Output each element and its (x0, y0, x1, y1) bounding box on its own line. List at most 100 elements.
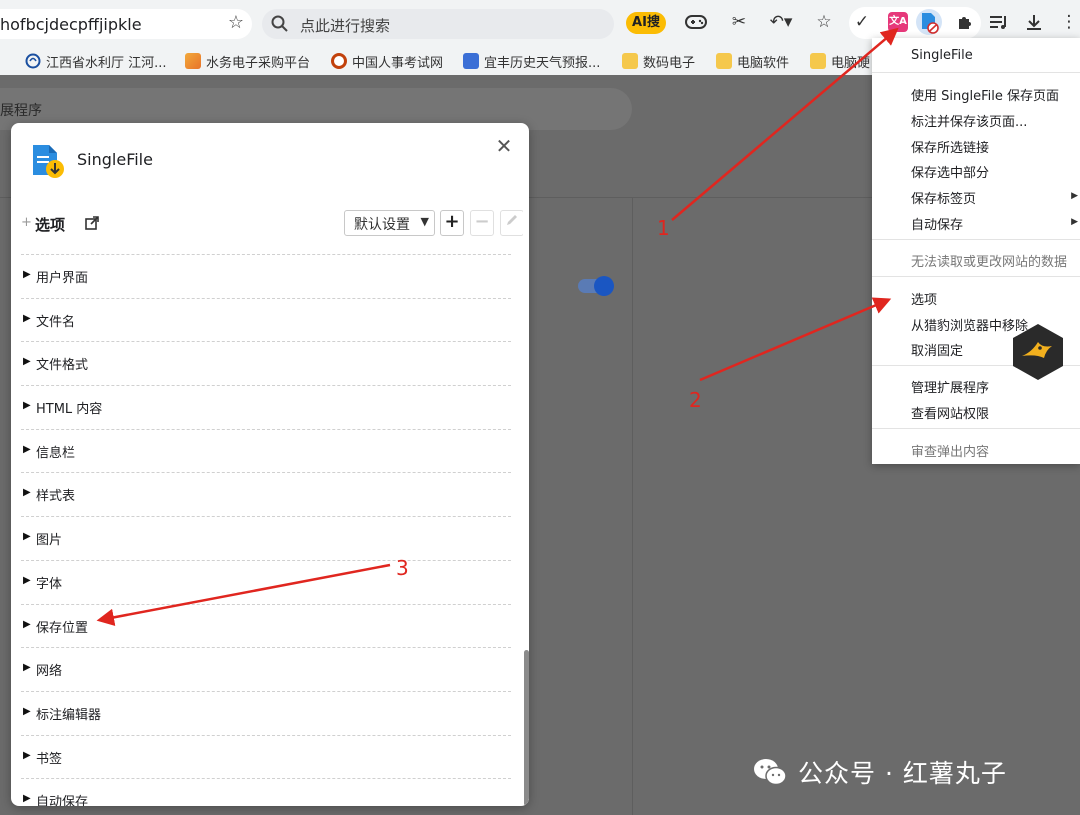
bookmark-folder[interactable]: 电脑软件 (716, 51, 789, 71)
section-save-location[interactable]: ▶ 保存位置 (21, 603, 511, 648)
menu-item-save-selection[interactable]: 保存选中部分 (911, 162, 989, 181)
page-search-text: 展程序 (0, 103, 42, 119)
bookmark-item[interactable]: 江西省水利厅 江河... (25, 51, 167, 71)
menu-item-manage-extensions[interactable]: 管理扩展程序 (911, 377, 989, 396)
expand-triangle-icon: ▶ (23, 487, 31, 499)
expand-triangle-icon: ▶ (23, 705, 31, 717)
bookmark-star-icon[interactable]: ☆ (228, 12, 244, 33)
expand-triangle-icon: ▶ (23, 749, 31, 761)
options-expand-plus[interactable]: + (21, 215, 32, 230)
section-label: HTML 内容 (36, 402, 103, 418)
undo-icon[interactable]: ↶▾ (766, 11, 796, 33)
bookmark-label: 中国人事考试网 (352, 55, 444, 71)
section-label: 保存位置 (36, 620, 89, 636)
bookmark-label: 数码电子 (643, 55, 696, 71)
more-icon[interactable]: ⋮ (1058, 11, 1080, 33)
close-icon[interactable]: ✕ (493, 135, 515, 157)
external-link-icon[interactable] (84, 215, 100, 231)
menu-item-save-selected-links[interactable]: 保存所选链接 (911, 137, 989, 156)
singlefile-options-dialog: SingleFile ✕ + 选项 默认设置 ▼ + − ▶ 用户界面 ▶ 文件名 … (11, 123, 529, 806)
search-icon (271, 15, 288, 32)
menu-item-annotate-save[interactable]: 标注并保存该页面... (911, 111, 1027, 130)
annotation-number-2: 2 (689, 388, 702, 412)
scrollbar-thumb[interactable] (524, 650, 529, 806)
star-icon[interactable]: ☆ (813, 11, 835, 33)
profile-select[interactable]: 默认设置 ▼ (344, 210, 435, 236)
folder-icon (622, 53, 638, 69)
bookmark-favicon (331, 53, 347, 69)
menu-item-auto-save[interactable]: 自动保存 (911, 214, 963, 233)
menu-separator (872, 72, 1080, 73)
check-icon[interactable]: ✓ (851, 11, 873, 33)
section-label: 用户界面 (36, 271, 89, 286)
expand-triangle-icon: ▶ (23, 443, 31, 455)
search-input[interactable]: 点此进行搜索 (300, 15, 390, 36)
toggle-knob (594, 276, 614, 296)
expand-triangle-icon: ▶ (23, 662, 31, 674)
section-auto-save[interactable]: ▶ 自动保存 (21, 778, 511, 806)
section-label: 文件格式 (36, 358, 89, 374)
scissors-icon[interactable]: ✂ (728, 11, 750, 33)
expand-triangle-icon: ▶ (23, 269, 31, 280)
section-fonts[interactable]: ▶ 字体 (21, 559, 511, 604)
section-bookmarks[interactable]: ▶ 书签 (21, 734, 511, 779)
menu-item-unpin[interactable]: 取消固定 (911, 340, 963, 359)
bookmark-item[interactable]: 中国人事考试网 (331, 51, 443, 71)
expand-triangle-icon: ▶ (23, 531, 31, 543)
address-bar[interactable]: hofbcjdecpffjipkle ☆ (0, 9, 252, 39)
playlist-icon[interactable] (988, 11, 1010, 33)
options-section-list: ▶ 用户界面 ▶ 文件名 ▶ 文件格式 ▶ HTML 内容 ▶ 信息栏 ▶ 样式表 ▶ 图片 … (21, 254, 511, 806)
section-stylesheets[interactable]: ▶ 样式表 (21, 472, 511, 516)
section-label: 样式表 (36, 489, 76, 505)
edit-profile-button[interactable] (500, 210, 524, 236)
section-file-format[interactable]: ▶ 文件格式 (21, 341, 511, 385)
bookmark-folder[interactable]: 数码电子 (622, 51, 695, 71)
section-label: 标注编辑器 (36, 707, 102, 723)
bookmark-item[interactable]: 宜丰历史天气预报... (463, 51, 600, 71)
annotation-number-1: 1 (657, 216, 670, 240)
menu-item-inspect-popup[interactable]: 审查弹出内容 (911, 441, 989, 460)
bookmark-folder[interactable]: 电脑硬 (810, 51, 870, 71)
options-header: + 选项 默认设置 ▼ + − (21, 210, 524, 237)
ai-search-button[interactable]: AI搜 (626, 12, 666, 34)
menu-item-options[interactable]: 选项 (911, 289, 937, 308)
search-box[interactable]: 点此进行搜索 (262, 9, 614, 39)
submenu-arrow-icon: ▶ (1071, 217, 1078, 227)
section-images[interactable]: ▶ 图片 (21, 516, 511, 560)
section-user-interface[interactable]: ▶ 用户界面 (21, 254, 511, 298)
section-filename[interactable]: ▶ 文件名 (21, 297, 511, 342)
bookmark-item[interactable]: 水务电子采购平台 (185, 51, 310, 71)
section-annotation-editor[interactable]: ▶ 标注编辑器 (21, 690, 511, 735)
menu-item-site-permissions[interactable]: 查看网站权限 (911, 403, 989, 422)
cheetah-browser-badge-icon (1013, 324, 1063, 380)
section-network[interactable]: ▶ 网络 (21, 647, 511, 691)
bookmark-favicon (25, 53, 41, 69)
folder-icon (810, 53, 826, 69)
game-icon[interactable] (685, 11, 707, 33)
menu-item-save-tabs[interactable]: 保存标签页 (911, 188, 976, 207)
expand-triangle-icon: ▶ (23, 574, 31, 586)
menu-separator (872, 239, 1080, 240)
translate-icon[interactable]: 文A (888, 12, 908, 32)
menu-header-singlefile[interactable]: SingleFile (911, 48, 973, 63)
bookmark-favicon (185, 53, 201, 69)
bookmark-label: 电脑软件 (737, 55, 790, 71)
menu-item-save-page[interactable]: 使用 SingleFile 保存页面 (911, 85, 1059, 104)
section-infobar[interactable]: ▶ 信息栏 (21, 428, 511, 473)
section-label: 信息栏 (36, 445, 76, 461)
expand-triangle-icon: ▶ (23, 312, 31, 324)
bookmark-label: 电脑硬 (831, 55, 871, 71)
section-label: 自动保存 (36, 795, 89, 806)
remove-profile-button[interactable]: − (470, 210, 494, 236)
dialog-title: SingleFile (77, 150, 153, 169)
expand-triangle-icon: ▶ (23, 400, 31, 412)
bookmark-label: 宜丰历史天气预报... (484, 55, 601, 71)
expand-triangle-icon: ▶ (23, 356, 31, 368)
puzzle-icon[interactable] (954, 11, 976, 33)
download-icon[interactable] (1023, 11, 1045, 33)
expand-triangle-icon: ▶ (23, 793, 31, 805)
add-profile-button[interactable]: + (440, 210, 464, 236)
section-html-content[interactable]: ▶ HTML 内容 (21, 385, 511, 429)
extension-context-menu: SingleFile 使用 SingleFile 保存页面 标注并保存该页面..… (872, 38, 1080, 464)
singlefile-extension-icon[interactable] (916, 9, 942, 35)
